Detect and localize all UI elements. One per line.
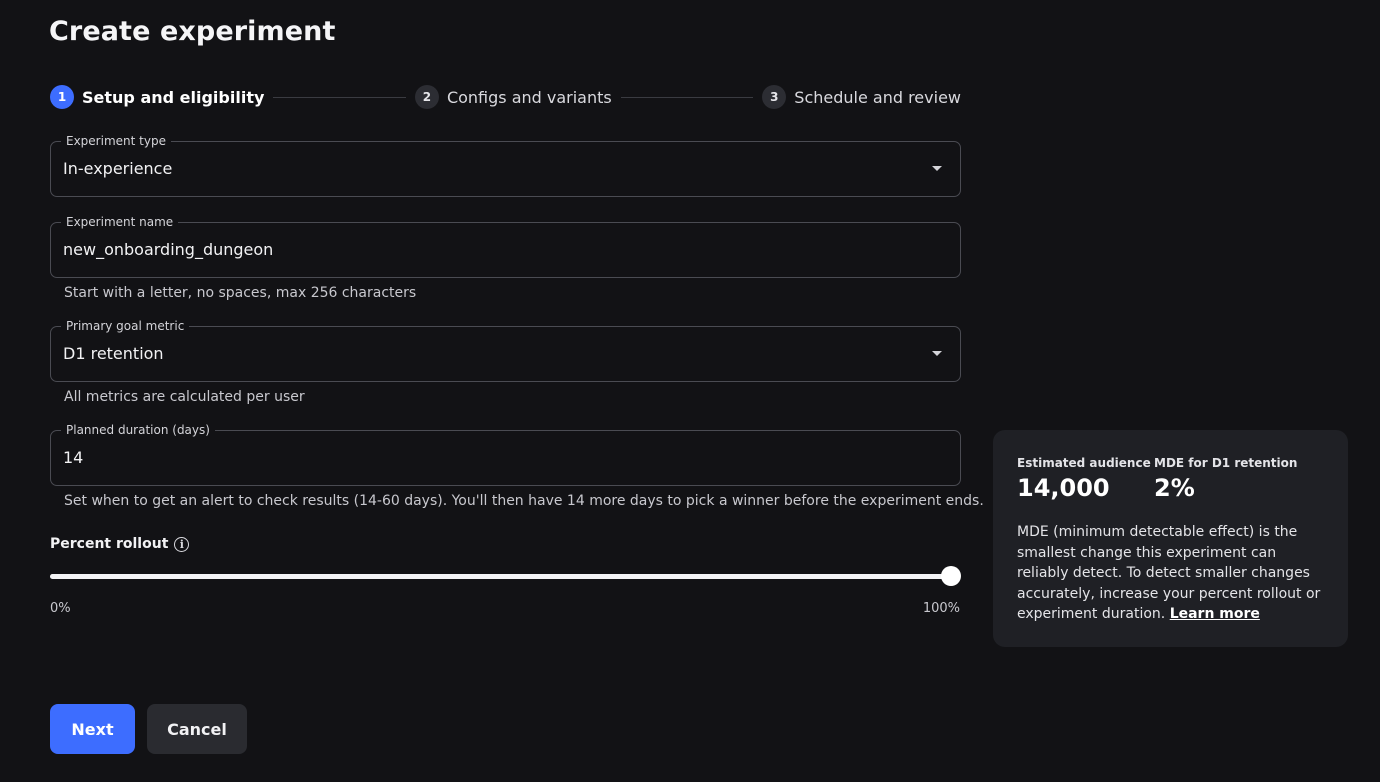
experiment-type-value: In-experience bbox=[63, 159, 173, 178]
primary-goal-metric-select[interactable]: Primary goal metric D1 retention bbox=[50, 317, 961, 382]
step-label: Configs and variants bbox=[446, 87, 612, 107]
estimated-audience-value: 14,000 bbox=[1017, 474, 1110, 502]
experiment-name-input[interactable] bbox=[63, 239, 923, 261]
slider-thumb[interactable] bbox=[941, 566, 961, 586]
estimated-audience-stat: Estimated audience 14,000 bbox=[1017, 456, 1151, 502]
page-title: Create experiment bbox=[49, 16, 336, 47]
chevron-down-icon bbox=[932, 166, 942, 171]
step-connector bbox=[620, 96, 754, 98]
stepper: 1 Setup and eligibility 2 Configs and va… bbox=[50, 84, 961, 110]
mde-description-text: MDE (minimum detectable effect) is the s… bbox=[1017, 524, 1321, 622]
primary-goal-metric-helper: All metrics are calculated per user bbox=[64, 389, 305, 405]
percent-rollout-slider[interactable] bbox=[50, 566, 961, 586]
step-number: 1 bbox=[50, 85, 74, 109]
planned-duration-input[interactable] bbox=[63, 447, 923, 469]
step-connector bbox=[273, 96, 406, 98]
info-icon[interactable]: i bbox=[174, 536, 190, 552]
experiment-type-select[interactable]: Experiment type In-experience bbox=[50, 132, 961, 197]
step-schedule-and-review[interactable]: 3 Schedule and review bbox=[762, 85, 961, 109]
step-label: Setup and eligibility bbox=[82, 87, 265, 107]
slider-max-label: 100% bbox=[922, 601, 960, 616]
primary-goal-metric-label: Primary goal metric bbox=[61, 317, 190, 335]
slider-fill bbox=[50, 574, 951, 579]
percent-rollout-heading: Percent rollout i bbox=[50, 536, 190, 552]
estimated-audience-label: Estimated audience bbox=[1017, 456, 1151, 470]
experiment-type-label: Experiment type bbox=[61, 132, 171, 150]
experiment-name-field: Experiment name bbox=[50, 213, 961, 278]
primary-goal-metric-value: D1 retention bbox=[63, 344, 164, 363]
estimate-panel: Estimated audience 14,000 MDE for D1 ret… bbox=[993, 430, 1348, 647]
next-button[interactable]: Next bbox=[50, 704, 135, 754]
mde-description: MDE (minimum detectable effect) is the s… bbox=[1017, 522, 1322, 625]
planned-duration-helper: Set when to get an alert to check result… bbox=[64, 493, 984, 509]
step-configs-and-variants[interactable]: 2 Configs and variants bbox=[414, 85, 612, 109]
experiment-name-label: Experiment name bbox=[61, 213, 179, 231]
planned-duration-label: Planned duration (days) bbox=[61, 421, 215, 439]
learn-more-link[interactable]: Learn more bbox=[1170, 606, 1260, 622]
step-label: Schedule and review bbox=[794, 87, 961, 107]
mde-value: 2% bbox=[1154, 474, 1195, 502]
step-number: 2 bbox=[414, 85, 439, 109]
step-number: 3 bbox=[762, 85, 787, 109]
chevron-down-icon bbox=[932, 351, 942, 356]
planned-duration-field: Planned duration (days) bbox=[50, 421, 961, 486]
slider-min-label: 0% bbox=[50, 601, 71, 616]
experiment-name-helper: Start with a letter, no spaces, max 256 … bbox=[64, 285, 417, 301]
step-setup-and-eligibility[interactable]: 1 Setup and eligibility bbox=[50, 85, 264, 109]
mde-stat: MDE for D1 retention 2% bbox=[1154, 456, 1297, 502]
mde-label: MDE for D1 retention bbox=[1154, 456, 1298, 470]
cancel-button[interactable]: Cancel bbox=[147, 704, 247, 754]
percent-rollout-label: Percent rollout bbox=[50, 536, 169, 552]
